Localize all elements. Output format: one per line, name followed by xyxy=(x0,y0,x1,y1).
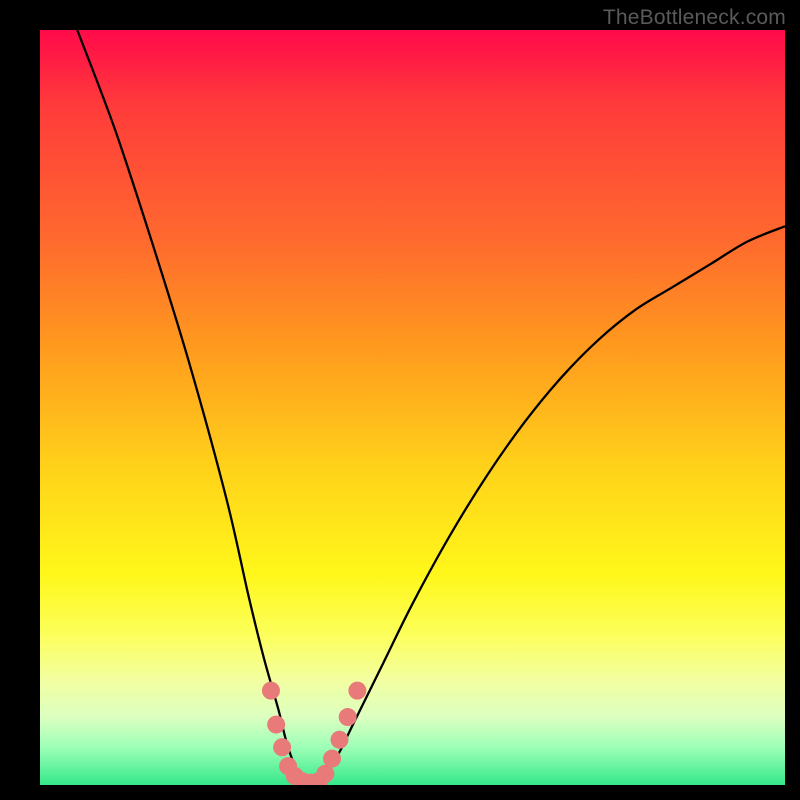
curve-path xyxy=(77,30,785,785)
highlight-dot xyxy=(339,708,357,726)
highlight-dot xyxy=(348,682,366,700)
bottleneck-curve xyxy=(77,30,785,785)
chart-frame: TheBottleneck.com xyxy=(0,0,800,800)
highlight-dot xyxy=(262,682,280,700)
highlight-dot xyxy=(267,716,285,734)
chart-svg xyxy=(40,30,785,785)
highlight-dots xyxy=(262,682,366,785)
highlight-dot xyxy=(330,731,348,749)
highlight-dot xyxy=(273,738,291,756)
highlight-dot xyxy=(323,750,341,768)
plot-area xyxy=(40,30,785,785)
watermark-text: TheBottleneck.com xyxy=(603,6,786,30)
